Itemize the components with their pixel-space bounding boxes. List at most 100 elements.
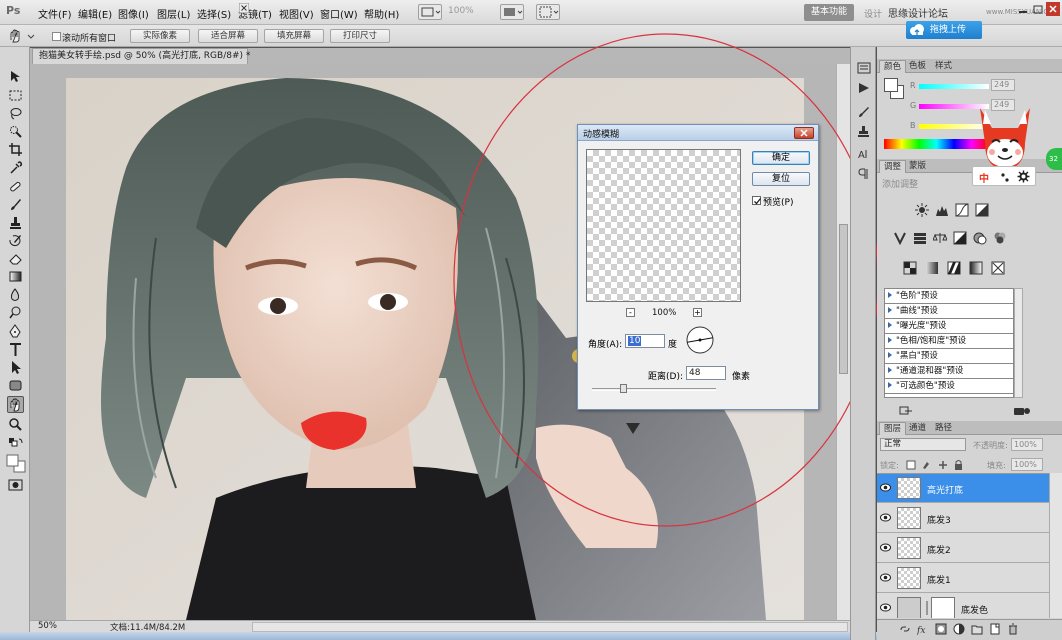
- gear-icon[interactable]: [1017, 170, 1030, 183]
- menu-window[interactable]: 窗口(W): [320, 6, 358, 21]
- print-size-button[interactable]: 打印尺寸: [330, 29, 390, 43]
- tab-paths[interactable]: 路径: [931, 422, 956, 435]
- workspace-design-button[interactable]: 设计: [864, 7, 882, 20]
- pen-tool-icon[interactable]: [8, 324, 23, 339]
- selective-color-icon[interactable]: [991, 261, 1005, 275]
- zoom-level-field[interactable]: 100%: [448, 6, 488, 16]
- eye-icon[interactable]: [880, 483, 891, 492]
- preview-checkbox[interactable]: [752, 196, 762, 205]
- blur-tool-icon[interactable]: [8, 287, 23, 302]
- preview-zoom-out-button[interactable]: -: [626, 308, 635, 317]
- layer-style-icon[interactable]: fx: [917, 623, 929, 635]
- default-colors-icon[interactable]: [8, 437, 23, 452]
- red-channel-slider[interactable]: [919, 84, 989, 89]
- tab-swatches[interactable]: 色板: [905, 60, 930, 73]
- new-group-icon[interactable]: [971, 623, 983, 635]
- preset-exposure[interactable]: "曝光度"预设: [885, 319, 1013, 334]
- foreground-background-color-icon[interactable]: [5, 453, 27, 473]
- paragraph-panel-icon[interactable]: [856, 167, 872, 181]
- quick-selection-tool-icon[interactable]: [8, 124, 23, 139]
- bridge-dropdown[interactable]: [418, 4, 442, 20]
- levels-icon[interactable]: [935, 203, 949, 217]
- shape-tool-icon[interactable]: [8, 378, 23, 393]
- menu-view[interactable]: 视图(V): [279, 6, 314, 21]
- invert-icon[interactable]: [903, 261, 917, 275]
- ok-button[interactable]: 确定: [752, 151, 810, 165]
- layers-scrollbar[interactable]: [1049, 473, 1062, 618]
- threshold-icon[interactable]: [947, 261, 961, 275]
- panel-options-icon[interactable]: [1013, 405, 1031, 417]
- new-adjustment-layer-icon[interactable]: [953, 623, 965, 635]
- lasso-tool-icon[interactable]: [8, 106, 23, 121]
- clone-stamp-tool-icon[interactable]: [8, 215, 23, 230]
- clone-source-panel-icon[interactable]: [856, 125, 872, 139]
- menu-file[interactable]: 文件(F): [38, 6, 72, 21]
- floating-green-tab[interactable]: 32: [1046, 148, 1062, 170]
- layer-row[interactable]: 底发2: [877, 534, 1049, 563]
- hue-saturation-icon[interactable]: [913, 231, 927, 245]
- delete-layer-icon[interactable]: [1007, 623, 1019, 635]
- fill-input[interactable]: 100%: [1011, 458, 1043, 471]
- eye-icon[interactable]: [880, 513, 891, 522]
- tab-layers[interactable]: 图层: [879, 422, 907, 435]
- zoom-status[interactable]: 50%: [38, 621, 57, 631]
- layer-row[interactable]: 底发3: [877, 504, 1049, 533]
- actions-panel-icon[interactable]: [856, 81, 872, 95]
- menu-image[interactable]: 图像(I): [118, 6, 149, 21]
- vibrance-icon[interactable]: [893, 231, 907, 245]
- arrange-docs-dropdown[interactable]: [500, 4, 524, 20]
- close-icon[interactable]: [1046, 2, 1060, 16]
- menu-help[interactable]: 帮助(H): [364, 6, 399, 21]
- preview-zoom-in-button[interactable]: +: [693, 308, 702, 317]
- punctuation-icon[interactable]: [999, 171, 1011, 183]
- tab-color[interactable]: 颜色: [879, 60, 907, 73]
- tab-adjustments[interactable]: 调整: [879, 160, 907, 173]
- canvas-scroll-thumb[interactable]: [839, 224, 848, 374]
- clip-to-layer-icon[interactable]: [899, 405, 913, 417]
- type-tool-icon[interactable]: [8, 342, 23, 357]
- canvas-horizontal-scrollbar[interactable]: [252, 622, 848, 632]
- exposure-icon[interactable]: [975, 203, 989, 217]
- preset-curves[interactable]: "曲线"预设: [885, 304, 1013, 319]
- lock-icons[interactable]: [905, 459, 981, 471]
- minimize-icon[interactable]: [1016, 2, 1030, 16]
- tab-masks[interactable]: 蒙版: [905, 160, 930, 173]
- angle-dial-icon[interactable]: [685, 325, 715, 355]
- brush-tool-icon[interactable]: [8, 197, 23, 212]
- filter-preview[interactable]: [586, 149, 741, 302]
- preset-selective-color[interactable]: "可选颜色"预设: [885, 379, 1013, 394]
- eye-icon[interactable]: [880, 543, 891, 552]
- hand-tool-preset-icon[interactable]: [6, 28, 36, 44]
- menu-edit[interactable]: 编辑(E): [78, 6, 112, 21]
- history-panel-icon[interactable]: [856, 61, 872, 75]
- red-channel-value[interactable]: 249: [991, 79, 1015, 91]
- fit-screen-button[interactable]: 适合屏幕: [198, 29, 258, 43]
- scroll-all-windows-checkbox[interactable]: [52, 32, 61, 41]
- distance-slider[interactable]: [592, 388, 716, 391]
- distance-slider-thumb[interactable]: [620, 384, 627, 393]
- opacity-input[interactable]: 100%: [1011, 438, 1043, 451]
- tab-channels[interactable]: 通道: [905, 422, 930, 435]
- link-layers-icon[interactable]: [899, 623, 911, 635]
- eye-icon[interactable]: [880, 573, 891, 582]
- workspace-essentials-button[interactable]: 基本功能: [804, 4, 854, 21]
- dialog-title-bar[interactable]: 动感模糊: [578, 125, 818, 141]
- quick-mask-icon[interactable]: [8, 477, 23, 492]
- preset-black-white[interactable]: "黑白"预设: [885, 349, 1013, 364]
- layer-row[interactable]: 高光打底: [877, 474, 1049, 503]
- layer-mask-thumbnail[interactable]: [931, 597, 955, 618]
- channel-mixer-icon[interactable]: [993, 231, 1007, 245]
- eyedropper-tool-icon[interactable]: [8, 160, 23, 175]
- preset-levels[interactable]: "色阶"预设: [885, 289, 1013, 304]
- healing-brush-tool-icon[interactable]: [8, 179, 23, 194]
- add-mask-icon[interactable]: [935, 623, 947, 635]
- eye-icon[interactable]: [880, 603, 891, 612]
- menu-layer[interactable]: 图层(L): [157, 6, 190, 21]
- layer-row[interactable]: 底发色: [877, 594, 1049, 618]
- distance-input[interactable]: 48: [686, 366, 726, 380]
- chinese-input-button[interactable]: 中: [979, 170, 989, 185]
- menu-select[interactable]: 选择(S): [197, 6, 231, 21]
- foreground-color-swatch[interactable]: [884, 78, 898, 92]
- photo-filter-icon[interactable]: [973, 231, 987, 245]
- brightness-contrast-icon[interactable]: [915, 203, 929, 217]
